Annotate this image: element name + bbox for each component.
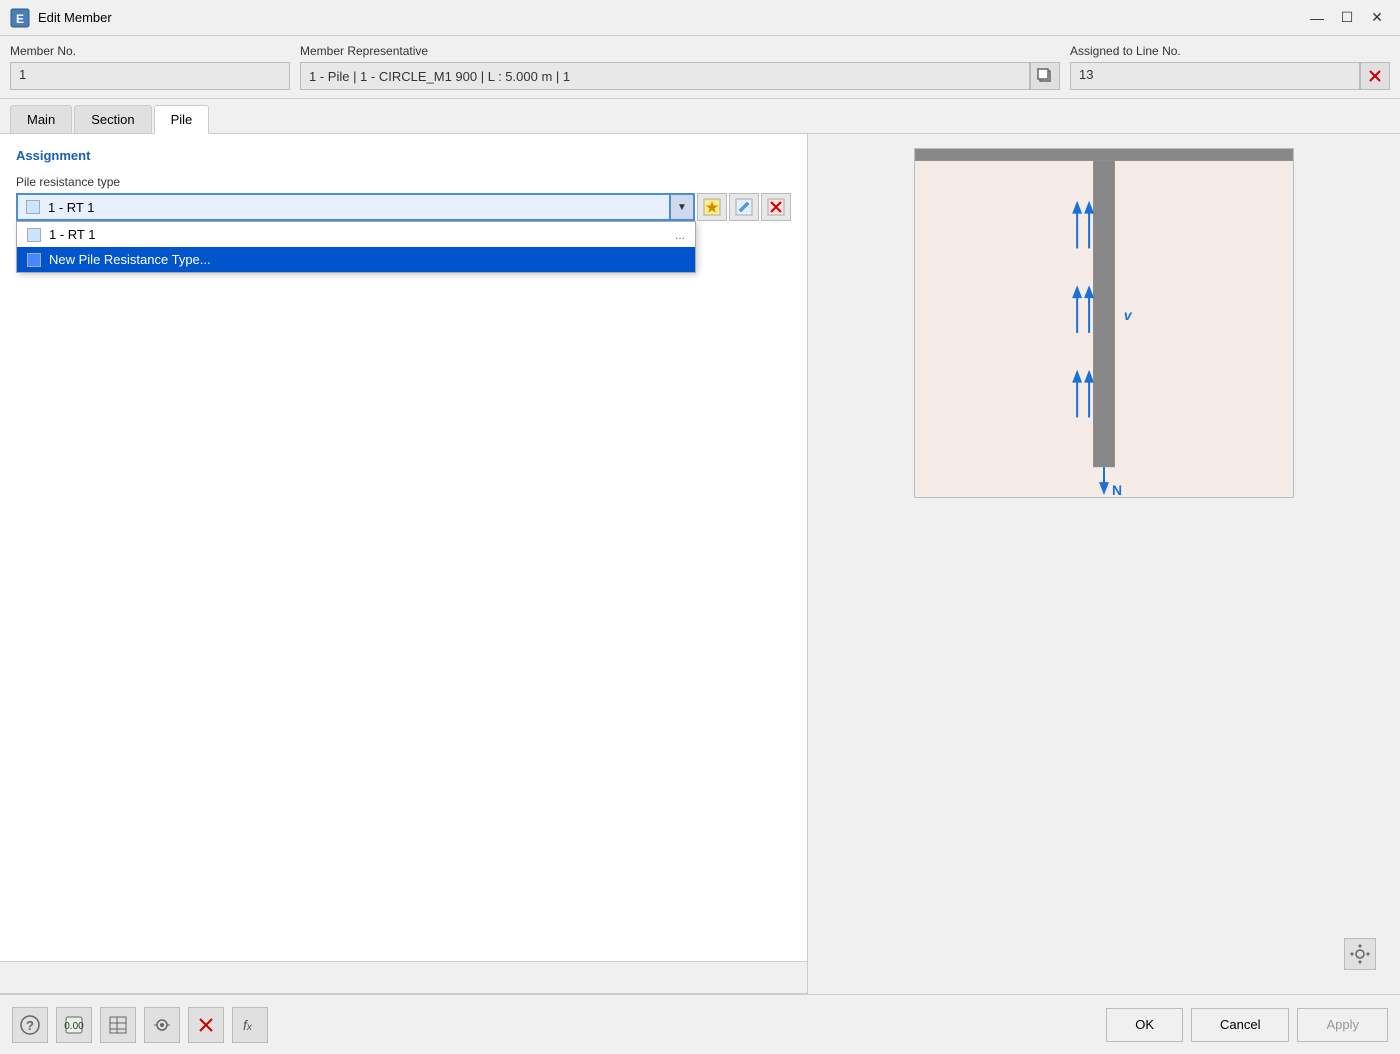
dropdown-item-1[interactable]: 1 - RT 1 ...	[17, 222, 695, 247]
tab-section[interactable]: Section	[74, 105, 151, 133]
table-button[interactable]	[100, 1007, 136, 1043]
title-bar: E Edit Member — ☐ ✕	[0, 0, 1400, 36]
item-label-1: 1 - RT 1	[49, 227, 95, 242]
app-icon: E	[10, 8, 30, 28]
tab-pile[interactable]: Pile	[154, 105, 210, 134]
left-panel: Assignment Pile resistance type 1 - RT 1…	[0, 134, 808, 994]
apply-button[interactable]: Apply	[1297, 1008, 1388, 1042]
member-no-input[interactable]: 1	[10, 62, 290, 90]
member-rep-field: Member Representative 1 - Pile | 1 - CIR…	[300, 44, 1060, 90]
assignment-title: Assignment	[16, 148, 791, 163]
pile-diagram: v N	[914, 148, 1294, 498]
view-button[interactable]	[144, 1007, 180, 1043]
dropdown-selected-value: 1 - RT 1	[48, 200, 94, 215]
pile-resistance-dropdown-row: 1 - RT 1 ▼ ★	[16, 193, 791, 221]
pile-resistance-type-label: Pile resistance type	[16, 175, 791, 189]
delete-button[interactable]	[188, 1007, 224, 1043]
svg-text:0.00: 0.00	[64, 1021, 84, 1032]
dropdown-arrow-icon[interactable]: ▼	[671, 193, 695, 221]
member-no-field: Member No. 1	[10, 44, 290, 90]
tab-main[interactable]: Main	[10, 105, 72, 133]
svg-text:N: N	[1112, 482, 1122, 497]
dropdown-list: 1 - RT 1 ... New Pile Resistance Type...	[16, 221, 696, 273]
new-item-button[interactable]: ★	[697, 193, 727, 221]
svg-text:v: v	[1124, 307, 1133, 323]
diagram-svg: v N	[915, 149, 1293, 497]
assigned-line-row: 13	[1070, 62, 1390, 90]
item-icon-1	[27, 228, 41, 242]
window-controls: — ☐ ✕	[1304, 5, 1390, 31]
item-label-new: New Pile Resistance Type...	[49, 252, 211, 267]
bottom-toolbar: ? 0.00 fx OK Can	[0, 994, 1400, 1054]
minimize-button[interactable]: —	[1304, 5, 1330, 31]
ok-button[interactable]: OK	[1106, 1008, 1183, 1042]
copy-member-rep-button[interactable]	[1030, 62, 1060, 90]
svg-text:fx: fx	[243, 1017, 253, 1033]
svg-text:★: ★	[706, 199, 719, 215]
member-no-label: Member No.	[10, 44, 290, 58]
window-title: Edit Member	[38, 10, 1304, 25]
pile-resistance-select[interactable]: 1 - RT 1	[16, 193, 671, 221]
svg-text:?: ?	[26, 1018, 34, 1033]
cancel-button[interactable]: Cancel	[1191, 1008, 1289, 1042]
clear-assigned-line-button[interactable]	[1360, 62, 1390, 90]
assignment-section: Assignment Pile resistance type 1 - RT 1…	[0, 134, 807, 235]
edit-item-button[interactable]	[729, 193, 759, 221]
assigned-line-label: Assigned to Line No.	[1070, 44, 1390, 58]
assigned-line-input[interactable]: 13	[1070, 62, 1360, 90]
right-panel: v N	[808, 134, 1400, 994]
header-fields: Member No. 1 Member Representative 1 - P…	[0, 36, 1400, 99]
member-rep-input[interactable]: 1 - Pile | 1 - CIRCLE_M1 900 | L : 5.000…	[300, 62, 1030, 90]
item-icon-new	[27, 253, 41, 267]
maximize-button[interactable]: ☐	[1334, 5, 1360, 31]
values-button[interactable]: 0.00	[56, 1007, 92, 1043]
item-dots-1: ...	[675, 228, 685, 242]
close-button[interactable]: ✕	[1364, 5, 1390, 31]
dropdown-item-new[interactable]: New Pile Resistance Type...	[17, 247, 695, 272]
status-bar-left	[0, 961, 807, 993]
member-rep-label: Member Representative	[300, 44, 1060, 58]
diagram-settings-button[interactable]	[1344, 938, 1376, 970]
formula-button[interactable]: fx	[232, 1007, 268, 1043]
delete-item-button[interactable]	[761, 193, 791, 221]
help-button[interactable]: ?	[12, 1007, 48, 1043]
svg-text:E: E	[16, 12, 24, 26]
main-content: Assignment Pile resistance type 1 - RT 1…	[0, 134, 1400, 994]
member-rep-row: 1 - Pile | 1 - CIRCLE_M1 900 | L : 5.000…	[300, 62, 1060, 90]
assigned-line-field: Assigned to Line No. 13	[1070, 44, 1390, 90]
tab-bar: Main Section Pile	[0, 99, 1400, 134]
